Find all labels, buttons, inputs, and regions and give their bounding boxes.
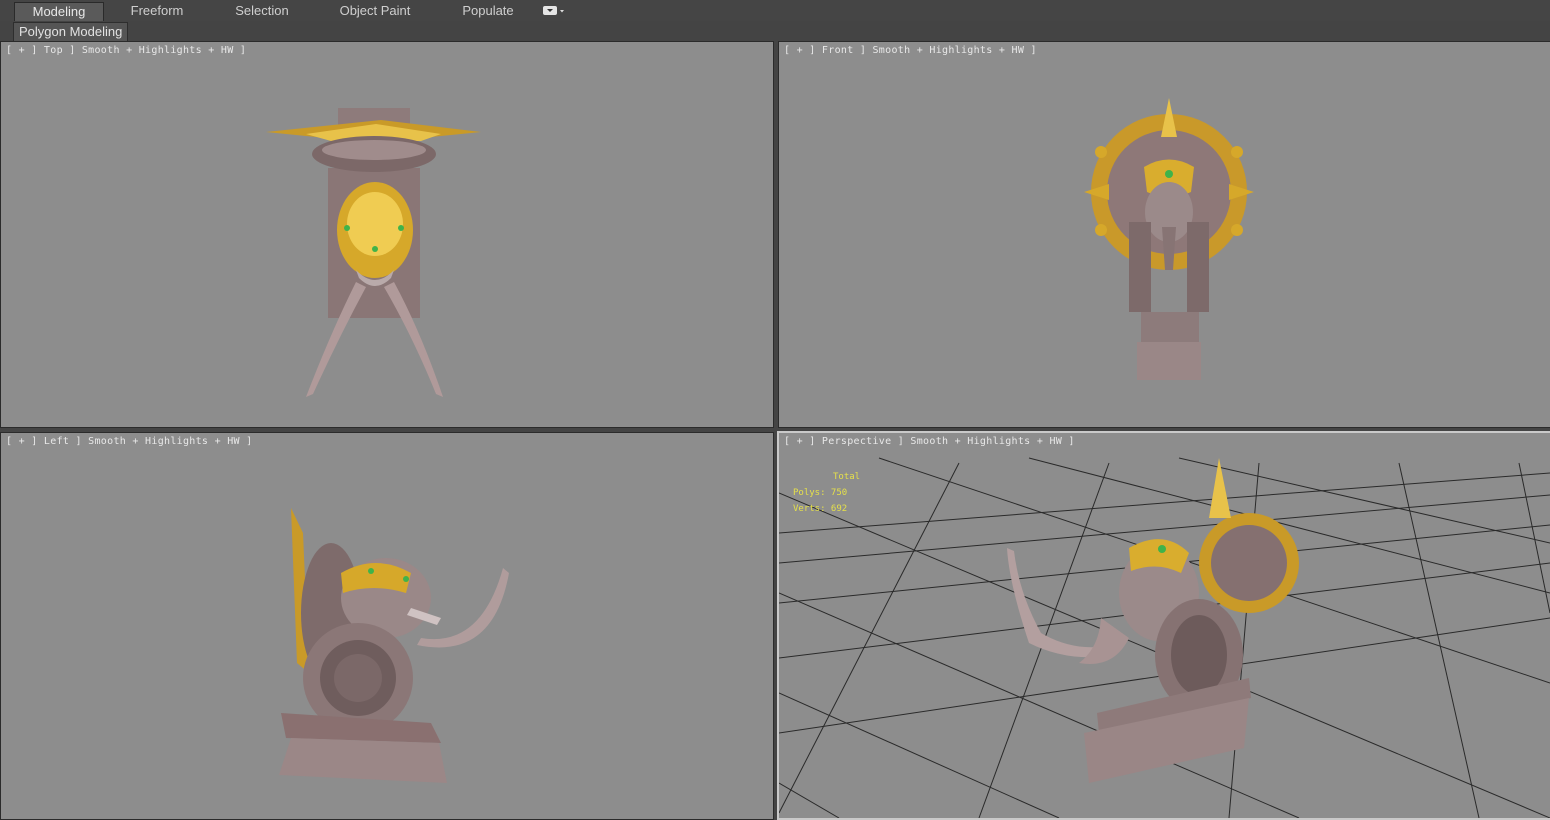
ribbon-bar: Modeling Freeform Selection Object Paint… [0, 0, 1550, 22]
ribbon-options-dropdown-icon[interactable] [542, 5, 566, 17]
tab-object-paint[interactable]: Object Paint [326, 2, 424, 20]
polygon-modeling-panel-button[interactable]: Polygon Modeling [13, 22, 129, 42]
stats-polys: Polys: 750 [793, 488, 848, 498]
tab-freeform[interactable]: Freeform [112, 2, 202, 20]
tab-selection[interactable]: Selection [215, 2, 309, 20]
viewport-left[interactable]: [ + ] Left ] Smooth + Highlights + HW ] [0, 432, 774, 820]
elephant-model-left-view [279, 508, 509, 783]
perspective-grid [779, 457, 1550, 818]
stats-header: Total [833, 472, 861, 482]
viewport-label-perspective[interactable]: [ + ] Perspective ] Smooth + Highlights … [784, 436, 1075, 447]
tab-modeling[interactable]: Modeling [14, 2, 104, 21]
tab-populate[interactable]: Populate [440, 2, 536, 20]
ribbon-panel-bar: Polygon Modeling [0, 21, 1550, 42]
statistics-overlay: Total Polys: 750 Verts: 692 [793, 469, 860, 517]
viewport-front[interactable]: [ + ] Front ] Smooth + Highlights + HW ] [778, 41, 1550, 428]
viewport-perspective[interactable]: [ + ] Perspective ] Smooth + Highlights … [777, 431, 1550, 820]
elephant-model-front-view [1084, 98, 1254, 380]
viewport-top[interactable]: [ + ] Top ] Smooth + Highlights + HW ] [0, 41, 774, 428]
stats-verts: Verts: 692 [793, 504, 848, 514]
elephant-model-top-view [266, 108, 481, 397]
